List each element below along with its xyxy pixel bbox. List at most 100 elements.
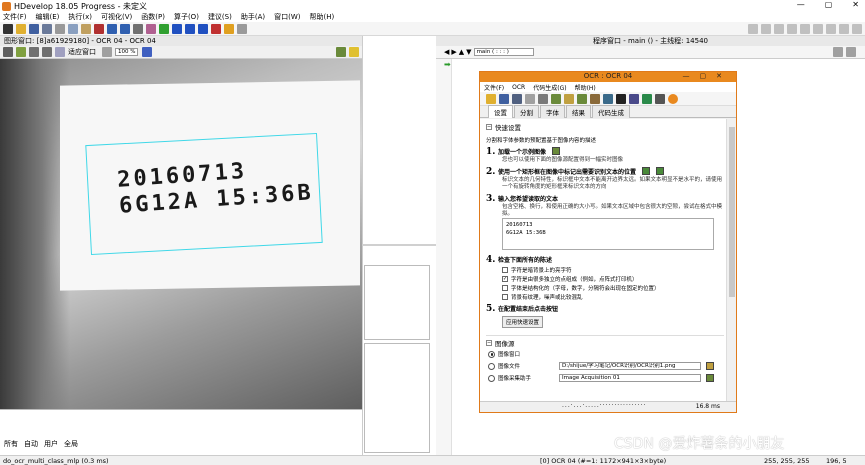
forward-arrow-icon[interactable]: ▶ [451, 48, 456, 56]
up-arrow-icon[interactable]: ▲ [459, 48, 464, 56]
image-source-header[interactable]: − 图像源 [486, 335, 724, 348]
close-button[interactable]: ✕ [852, 0, 859, 9]
ocr-minimize-button[interactable]: — [683, 72, 700, 80]
program-gutter[interactable] [436, 59, 452, 457]
ocr-train-icon[interactable] [629, 93, 639, 104]
procedure-select[interactable]: main ( : : : ) [473, 48, 534, 56]
acquisition-icon[interactable] [706, 374, 714, 382]
tab-results[interactable]: 结果 [566, 105, 591, 118]
settings-icon[interactable] [146, 23, 156, 34]
zoom-icon[interactable] [29, 47, 39, 57]
tab-all[interactable]: 所有 [4, 439, 18, 449]
ocr-run-icon[interactable] [642, 93, 652, 104]
check-dot-print[interactable]: ✓ 字符是由很多独立的点组成（例如，点阵式打印机） [502, 274, 724, 283]
chart-icon-7[interactable] [826, 23, 836, 34]
checkbox[interactable] [502, 284, 508, 291]
ocr-maximize-button[interactable]: ▢ [700, 72, 717, 80]
zoom-dropdown-icon[interactable] [102, 47, 112, 57]
copy-icon[interactable] [68, 23, 78, 34]
ocr-snap-icon[interactable] [538, 93, 548, 104]
tab-setup[interactable]: 设置 [488, 105, 513, 118]
magnify-icon[interactable] [42, 47, 52, 57]
ocr-stats-icon[interactable] [655, 93, 665, 104]
program-tool-icon-2[interactable] [846, 47, 856, 57]
ocr-saveas-icon[interactable] [512, 93, 522, 104]
pointer-icon[interactable] [3, 47, 13, 57]
ocr-text-icon[interactable] [603, 93, 613, 104]
load-image-icon[interactable] [552, 147, 561, 155]
menu-help[interactable]: 帮助(H) [310, 12, 335, 22]
undo-icon[interactable] [107, 23, 117, 34]
tab-code-generation[interactable]: 代码生成 [592, 105, 630, 118]
ocr-help-icon[interactable] [668, 93, 678, 104]
ocr-menu-help[interactable]: 帮助(H) [575, 83, 596, 92]
chart-icon-6[interactable] [813, 23, 823, 34]
breakpoint-icon[interactable] [237, 23, 247, 34]
step-into-icon[interactable] [185, 23, 195, 34]
open-folder-icon[interactable] [16, 23, 26, 34]
print-icon[interactable] [42, 23, 52, 34]
apply-quick-setup-button[interactable]: 应用快速设置 [502, 316, 544, 328]
draw-rotated-rectangle-icon[interactable] [656, 167, 665, 175]
menu-operators[interactable]: 算子(O) [174, 12, 199, 22]
graphics-window-canvas[interactable]: 20160713 6G12A 15:36B [0, 59, 362, 409]
ocr-menu-ocr[interactable]: OCR [512, 84, 525, 91]
collapse-icon[interactable]: − [486, 124, 492, 130]
browse-folder-icon[interactable] [706, 362, 714, 370]
ocr-segment-icon[interactable] [616, 93, 626, 104]
menu-window[interactable]: 窗口(W) [274, 12, 300, 22]
paste-icon[interactable] [81, 23, 91, 34]
menu-visualize[interactable]: 可视化(V) [101, 12, 132, 22]
back-arrow-icon[interactable]: ◀ [444, 48, 449, 56]
tab-segmentation[interactable]: 分割 [514, 105, 539, 118]
menu-edit[interactable]: 编辑(E) [36, 12, 60, 22]
chart-icon-3[interactable] [774, 23, 784, 34]
chart-icon-5[interactable] [800, 23, 810, 34]
step-over-icon[interactable] [172, 23, 182, 34]
ocr-menu-codegen[interactable]: 代码生成(G) [533, 83, 566, 92]
check-structured-font[interactable]: 字体是结构化的（字母，数字，分隔符会出现在固定的位置） [502, 283, 724, 292]
move-icon[interactable] [16, 47, 26, 57]
radio[interactable] [488, 374, 495, 382]
radio[interactable] [488, 362, 495, 370]
tab-font[interactable]: 字体 [540, 105, 565, 118]
draw-rectangle-icon[interactable] [642, 167, 651, 175]
source-acquisition[interactable]: 图像采集助手 Image Acquisition 01 [488, 372, 724, 384]
chart-icon-2[interactable] [761, 23, 771, 34]
run-icon[interactable] [159, 23, 169, 34]
reset-icon[interactable] [224, 23, 234, 34]
source-image-file[interactable]: 图像文件 D:/shijue/学习笔记/OCR识别/OCR识别1.png [488, 360, 724, 372]
ocr-folder-icon[interactable] [564, 93, 574, 104]
menu-assistants[interactable]: 助手(A) [241, 12, 265, 22]
chart-icon-9[interactable] [852, 23, 862, 34]
scrollbar-thumb[interactable] [729, 127, 735, 297]
save-icon[interactable] [29, 23, 39, 34]
step-out-icon[interactable] [198, 23, 208, 34]
chart-icon-8[interactable] [839, 23, 849, 34]
radio-selected[interactable] [488, 350, 495, 358]
check-light-on-dark[interactable]: 字符是暗背景上的亮字符 [502, 265, 724, 274]
minimize-button[interactable]: — [797, 0, 805, 9]
lightbulb-icon[interactable] [349, 47, 359, 57]
expected-text-input[interactable]: 20160713 6G12A 15:36B [502, 218, 714, 250]
ocr-roi-icon[interactable] [590, 93, 600, 104]
cut-icon[interactable] [55, 23, 65, 34]
find-icon[interactable] [133, 23, 143, 34]
acquisition-select[interactable]: Image Acquisition 01 [559, 374, 701, 382]
menu-suggestions[interactable]: 建议(S) [208, 12, 232, 22]
collapse-icon[interactable]: − [486, 340, 492, 346]
delete-icon[interactable] [94, 23, 104, 34]
maximize-button[interactable]: ▢ [825, 0, 833, 9]
source-graphics-window[interactable]: 图像窗口 [488, 348, 724, 360]
redo-icon[interactable] [120, 23, 130, 34]
check-textured-background[interactable]: 背景有纹理，噪声或比较混乱 [502, 292, 724, 301]
stop-icon[interactable] [211, 23, 221, 34]
fit-window-label[interactable]: 适应窗口 [68, 47, 96, 57]
checkbox-checked[interactable]: ✓ [502, 275, 508, 282]
fit-window-icon[interactable] [55, 47, 65, 57]
tab-user[interactable]: 用户 [44, 439, 58, 449]
zoom-select[interactable]: 100 % [115, 48, 139, 56]
ocr-save-icon[interactable] [499, 93, 509, 104]
menu-procedures[interactable]: 函数(P) [141, 12, 165, 22]
menu-execute[interactable]: 执行(x) [68, 12, 92, 22]
